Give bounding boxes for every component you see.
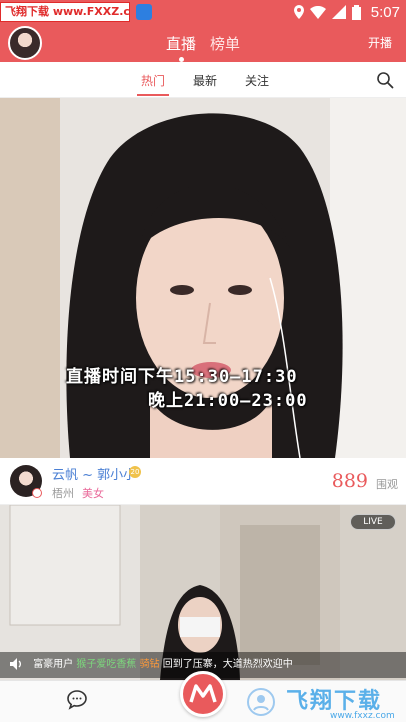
viewer-count: 889	[331, 470, 368, 492]
schedule-line-1: 直播时间下午15:30—17:30	[66, 367, 298, 387]
ticker-user: 猴子爱吃香蕉	[76, 659, 137, 670]
anchor-name: 云帆 ~ 郭小小	[52, 468, 137, 483]
signal-icon	[331, 5, 346, 19]
category-tab-list: 热门 最新 关注	[0, 62, 406, 98]
schedule-overlay: 直播时间下午15:30—17:30 晚上21:00—23:00	[66, 365, 308, 413]
ticker-suffix: 回到了压寨，大道热烈欢迎中	[162, 659, 293, 670]
tab-following[interactable]: 关注	[243, 72, 271, 89]
status-bar: 飞翔下载 www.FXXZ.com 5:07	[0, 0, 406, 24]
tab-latest[interactable]: 最新	[191, 72, 219, 89]
anchor-tag: 美女	[82, 487, 104, 500]
clock: 5:07	[370, 3, 400, 21]
center-live-button[interactable]	[180, 671, 226, 717]
bottom-nav: 飞翔下载 www.fxxz.com	[0, 671, 406, 722]
search-icon[interactable]	[376, 71, 394, 89]
anchor-city: 梧州	[52, 487, 74, 500]
ticker-prefix: 富豪用户	[33, 659, 74, 670]
profile-icon[interactable]	[246, 687, 276, 717]
tab-ranking[interactable]: 榜单	[210, 33, 240, 54]
speaker-icon	[10, 658, 21, 670]
schedule-line-2: 晚上21:00—23:00	[148, 391, 308, 411]
screen: { "status_bar": { "banner_text": "飞翔下载 w…	[0, 0, 406, 722]
main-tabs: 直播 榜单	[0, 24, 406, 62]
anchor-info-row[interactable]: 云帆 ~ 郭小小 20 梧州 美女 889 围观	[0, 458, 406, 505]
tab-live[interactable]: 直播	[166, 33, 196, 62]
viewer-label: 围观	[376, 478, 398, 491]
live-badge: LIVE	[350, 514, 396, 530]
category-tabs: 热门 最新 关注	[0, 62, 406, 98]
location-icon	[293, 5, 304, 19]
watermark-banner: 飞翔下载 www.FXXZ.com	[0, 2, 130, 22]
gender-badge-icon	[32, 488, 42, 498]
wifi-icon	[309, 5, 326, 19]
live-room-cover-1[interactable]: 直播时间下午15:30—17:30 晚上21:00—23:00	[0, 98, 406, 458]
level-badge: 20	[129, 466, 141, 478]
start-live-button[interactable]: 开播	[368, 34, 392, 51]
app-logo-icon	[189, 684, 217, 703]
app-notification-icon	[136, 4, 152, 20]
ticker-action: 骑钻	[139, 659, 160, 670]
chat-icon[interactable]	[66, 689, 88, 711]
battery-icon	[351, 4, 361, 20]
status-icons: 5:07	[293, 0, 400, 24]
top-header: 直播 榜单 开播	[0, 24, 406, 62]
watermark-url: www.fxxz.com	[330, 711, 395, 721]
tab-hot[interactable]: 热门	[136, 72, 170, 96]
